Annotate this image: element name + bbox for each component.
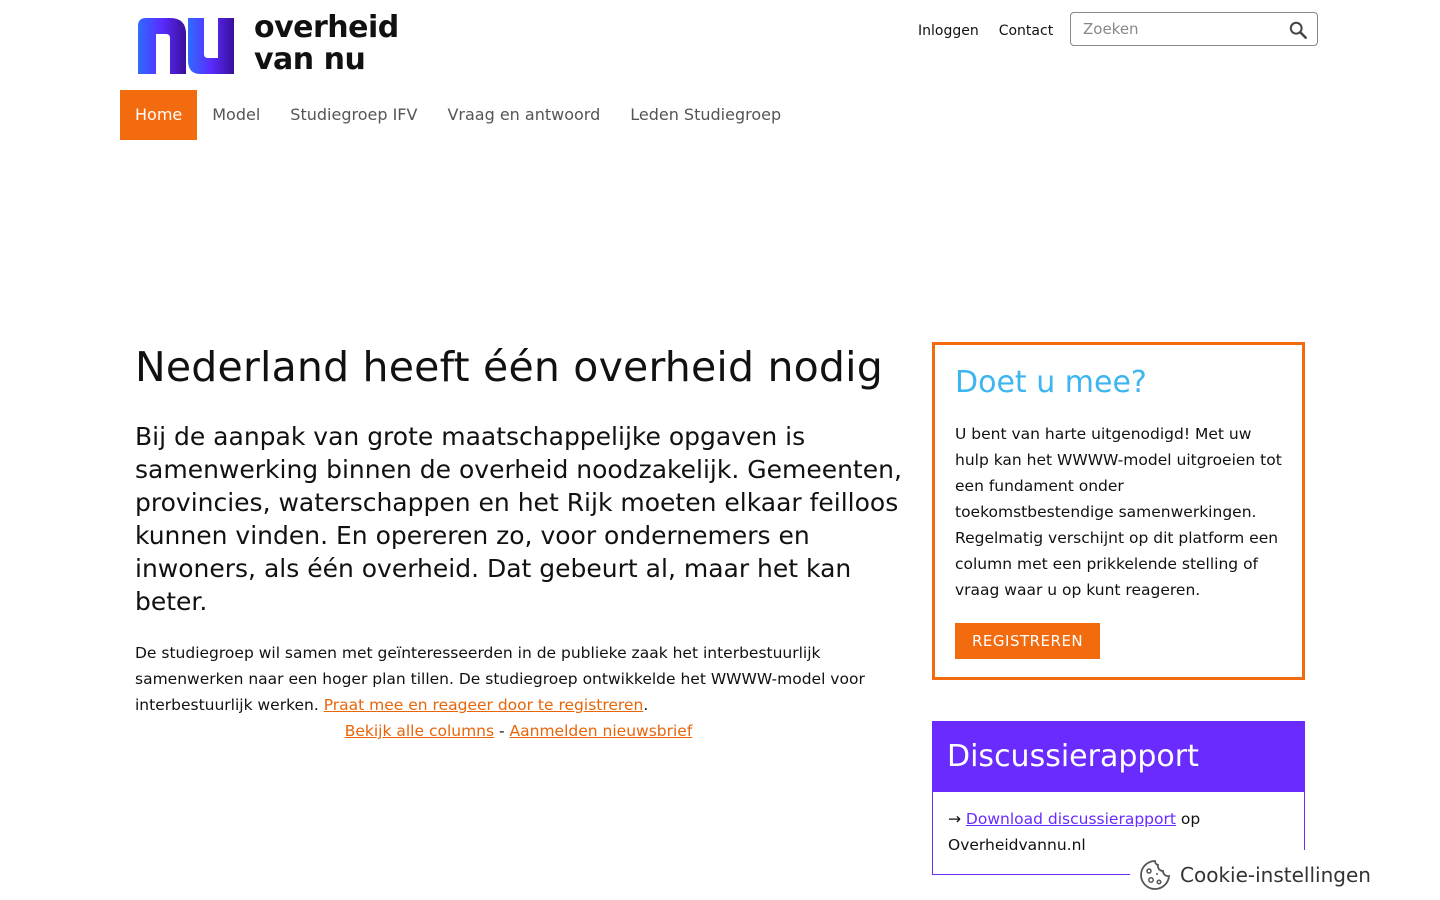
site-logo[interactable]: overheid van nu	[136, 12, 399, 76]
logo-text: overheid van nu	[254, 12, 399, 76]
nav-item-leden-studiegroep[interactable]: Leden Studiegroep	[615, 90, 796, 140]
search-icon[interactable]	[1289, 21, 1307, 39]
cookie-icon	[1140, 860, 1170, 890]
lead-paragraph: Bij de aanpak van grote maatschappelijke…	[135, 422, 902, 616]
nav-item-studiegroep-ifv[interactable]: Studiegroep IFV	[275, 90, 432, 140]
logo-line-2: van nu	[254, 42, 366, 77]
logo-line-1: overheid	[254, 10, 399, 45]
main-nav: Home Model Studiegroep IFV Vraag en antw…	[120, 90, 796, 140]
body-end: .	[643, 696, 649, 714]
register-link[interactable]: Praat mee en reageer door te registreren	[324, 696, 644, 714]
download-report-link[interactable]: Download discussierapport	[966, 810, 1176, 828]
top-links: Inloggen Contact	[918, 20, 1053, 42]
columns-link[interactable]: Bekijk alle columns	[345, 722, 494, 740]
cta-title: Doet u mee?	[955, 365, 1147, 400]
arrow-icon: →	[948, 810, 966, 828]
link-separator: -	[494, 722, 510, 740]
contact-link[interactable]: Contact	[999, 20, 1053, 42]
column-links: Bekijk alle columns - Aanmelden nieuwsbr…	[135, 718, 902, 744]
report-title: Discussierapport	[933, 722, 1304, 792]
search-box	[1070, 12, 1318, 46]
nav-item-vraag-en-antwoord[interactable]: Vraag en antwoord	[432, 90, 615, 140]
page-title: Nederland heeft één overheid nodig	[135, 343, 883, 391]
logo-mark-icon	[138, 18, 234, 74]
newsletter-link[interactable]: Aanmelden nieuwsbrief	[510, 722, 693, 740]
register-button[interactable]: REGISTREREN	[955, 623, 1101, 659]
cookie-settings-button[interactable]: Cookie-instellingen	[1130, 850, 1440, 900]
main-content: Nederland heeft één overheid nodig Bij d…	[135, 340, 905, 744]
nav-item-home[interactable]: Home	[120, 90, 198, 140]
cta-box: Doet u mee? U bent van harte uitgenodigd…	[932, 342, 1305, 680]
search-input[interactable]	[1081, 19, 1285, 39]
body-paragraph: De studiegroep wil samen met geïnteresse…	[135, 640, 905, 718]
cta-text: U bent van harte uitgenodigd! Met uw hul…	[955, 425, 1282, 599]
login-link[interactable]: Inloggen	[918, 20, 979, 42]
nav-item-model[interactable]: Model	[197, 90, 275, 140]
cookie-settings-label: Cookie-instellingen	[1180, 863, 1371, 887]
